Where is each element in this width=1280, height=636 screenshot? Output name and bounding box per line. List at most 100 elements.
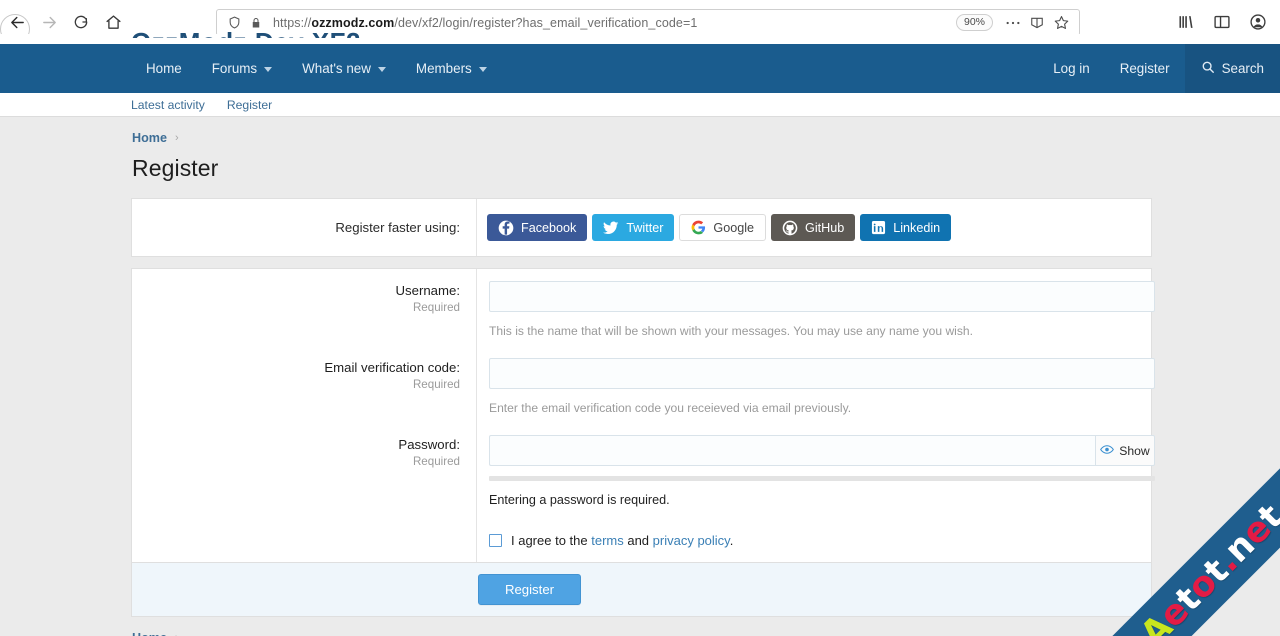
breadcrumb-home-link[interactable]: Home <box>132 131 167 145</box>
social-button-label: Google <box>713 221 754 235</box>
site-logo[interactable]: OzzModz Dev XF2 <box>131 26 361 38</box>
terms-label-spacer <box>132 519 477 562</box>
url-text: https://ozzmodz.com/dev/xf2/login/regist… <box>267 16 956 30</box>
forward-button[interactable] <box>34 7 64 37</box>
reload-icon <box>73 14 89 30</box>
social-buttons-group: Facebook Twitter Google <box>477 199 951 256</box>
terms-link[interactable]: terms <box>591 533 624 548</box>
linkedin-icon <box>871 220 886 235</box>
terms-text-middle: and <box>624 533 653 548</box>
email-code-required-note: Required <box>132 378 460 391</box>
nav-login-label: Log in <box>1053 61 1089 76</box>
password-control: Show Entering a password is required. <box>477 423 1167 507</box>
facebook-icon <box>498 220 514 236</box>
subnav-item-register[interactable]: Register <box>227 98 272 112</box>
google-register-button[interactable]: Google <box>679 214 766 241</box>
bottom-breadcrumb: Home › <box>131 617 1152 636</box>
registration-form: Username: Required This is the name that… <box>131 268 1152 617</box>
nav-item-whats-new[interactable]: What's new <box>287 44 401 93</box>
facebook-register-button[interactable]: Facebook <box>487 214 587 241</box>
nav-register-label: Register <box>1120 61 1170 76</box>
nav-login-button[interactable]: Log in <box>1038 44 1104 93</box>
email-verification-code-input[interactable] <box>489 358 1155 389</box>
nav-item-label: Members <box>416 61 472 76</box>
terms-checkbox-row[interactable]: I agree to the terms and privacy policy. <box>489 519 1139 562</box>
email-code-label-block: Email verification code: Required <box>132 346 477 423</box>
star-icon[interactable] <box>1049 15 1073 30</box>
github-register-button[interactable]: GitHub <box>771 214 855 241</box>
chevron-down-icon <box>479 67 487 72</box>
subnav-items: Latest activity Register <box>131 98 272 112</box>
nav-secondary-items: Log in Register Search <box>1038 44 1280 93</box>
arrow-right-icon <box>41 14 58 31</box>
eye-icon <box>1100 444 1114 458</box>
email-code-control: Enter the email verification code you re… <box>477 346 1167 415</box>
password-required-note: Required <box>132 455 460 468</box>
secondary-navigation: Latest activity Register <box>0 93 1280 117</box>
home-button[interactable] <box>98 7 128 37</box>
social-button-label: Facebook <box>521 221 576 235</box>
account-icon[interactable] <box>1244 8 1272 36</box>
nav-item-forums[interactable]: Forums <box>197 44 287 93</box>
form-submit-bar: Register <box>132 562 1151 616</box>
reload-button[interactable] <box>66 7 96 37</box>
register-submit-button[interactable]: Register <box>478 574 581 605</box>
breadcrumb: Home › <box>131 117 1152 145</box>
password-label: Password: <box>132 437 460 452</box>
email-code-row: Email verification code: Required Enter … <box>132 346 1151 423</box>
social-button-label: Linkedin <box>893 221 940 235</box>
sidebar-icon[interactable] <box>1208 8 1236 36</box>
password-error-message: Entering a password is required. <box>489 481 1155 507</box>
terms-row: I agree to the terms and privacy policy. <box>132 519 1151 562</box>
linkedin-register-button[interactable]: Linkedin <box>860 214 951 241</box>
page-body: Home › Register Register faster using: F… <box>0 117 1280 636</box>
main-navigation: Home Forums What's new Members Log in Re… <box>0 44 1280 93</box>
social-button-label: Twitter <box>626 221 663 235</box>
password-input-group: Show <box>489 435 1155 466</box>
username-label-block: Username: Required <box>132 269 477 346</box>
nav-item-label: Home <box>146 61 182 76</box>
browser-toolbar-right <box>1172 8 1272 36</box>
username-row: Username: Required This is the name that… <box>132 269 1151 346</box>
nav-register-button[interactable]: Register <box>1105 44 1185 93</box>
password-input[interactable] <box>489 435 1095 466</box>
search-icon <box>1201 60 1215 77</box>
social-button-label: GitHub <box>805 221 844 235</box>
ellipsis-icon[interactable] <box>1001 20 1025 26</box>
terms-text-before: I agree to the <box>511 533 591 548</box>
social-register-card: Register faster using: Facebook Twitter <box>131 198 1152 257</box>
privacy-policy-link[interactable]: privacy policy <box>653 533 730 548</box>
nav-item-label: Forums <box>212 61 257 76</box>
username-hint: This is the name that will be shown with… <box>489 312 1155 338</box>
navigation-buttons <box>0 7 130 37</box>
chevron-down-icon <box>378 67 386 72</box>
content-container: Home › Register Register faster using: F… <box>131 117 1152 636</box>
github-icon <box>782 220 798 236</box>
twitter-register-button[interactable]: Twitter <box>592 214 674 241</box>
reader-mode-icon[interactable] <box>1025 16 1049 30</box>
terms-agreement-text: I agree to the terms and privacy policy. <box>511 533 733 548</box>
username-control: This is the name that will be shown with… <box>477 269 1167 338</box>
username-input[interactable] <box>489 281 1155 312</box>
subnav-item-latest-activity[interactable]: Latest activity <box>131 98 205 112</box>
password-label-block: Password: Required <box>132 423 477 519</box>
nav-item-members[interactable]: Members <box>401 44 502 93</box>
terms-checkbox[interactable] <box>489 534 502 547</box>
nav-item-home[interactable]: Home <box>131 44 197 93</box>
nav-item-label: What's new <box>302 61 371 76</box>
username-required-note: Required <box>132 301 460 314</box>
chevron-down-icon <box>264 67 272 72</box>
nav-search-button[interactable]: Search <box>1185 44 1280 93</box>
terms-control: I agree to the terms and privacy policy. <box>477 519 1151 562</box>
page-title: Register <box>131 145 1152 198</box>
chevron-right-icon: › <box>175 632 179 636</box>
social-register-label: Register faster using: <box>132 199 477 256</box>
nav-primary-items: Home Forums What's new Members <box>131 44 502 93</box>
bottom-breadcrumb-home-link[interactable]: Home <box>132 631 167 636</box>
home-icon <box>105 14 122 31</box>
zoom-level-badge[interactable]: 90% <box>956 14 993 31</box>
twitter-icon <box>603 221 619 235</box>
password-row: Password: Required Show Enter <box>132 423 1151 519</box>
password-show-toggle[interactable]: Show <box>1095 435 1155 466</box>
library-icon[interactable] <box>1172 8 1200 36</box>
